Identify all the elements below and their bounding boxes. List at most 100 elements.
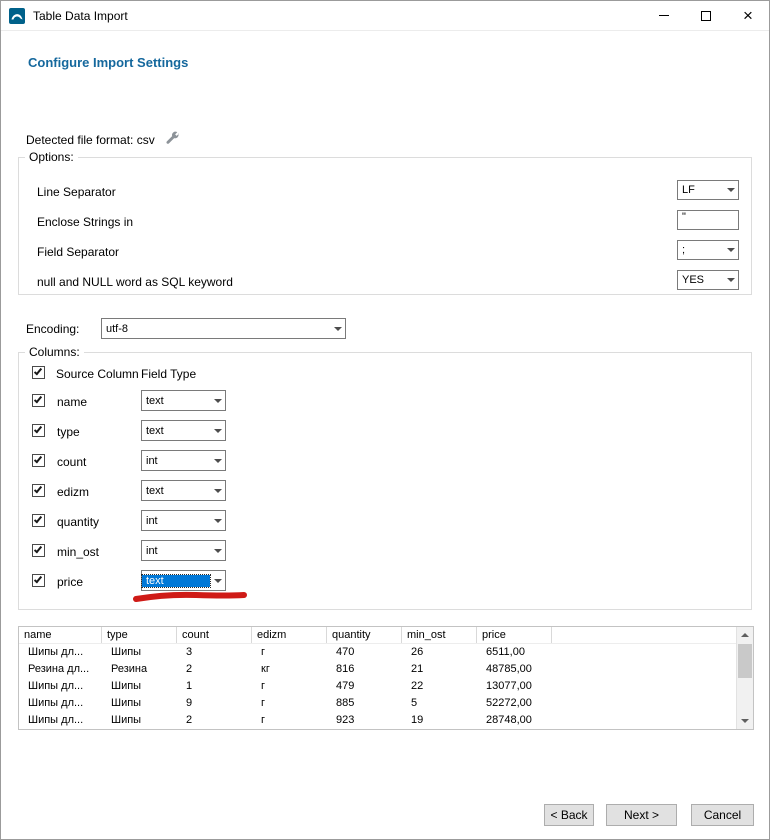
column-name: type	[57, 425, 80, 439]
preview-header[interactable]: edizm	[252, 627, 327, 643]
chevron-down-icon	[210, 391, 225, 410]
annotation-underline	[131, 589, 249, 605]
field-type-select-count[interactable]: int	[141, 450, 226, 471]
cell: 2	[177, 712, 252, 729]
chevron-down-icon	[210, 421, 225, 440]
cell: Шипы	[102, 678, 177, 695]
columns-legend: Columns:	[25, 345, 84, 359]
cell: 470	[327, 644, 402, 661]
column-name: count	[57, 455, 86, 469]
column-name: min_ost	[57, 545, 99, 559]
null-keyword-label: null and NULL word as SQL keyword	[37, 275, 233, 289]
maximize-button[interactable]	[685, 1, 727, 30]
chevron-down-icon	[723, 181, 738, 199]
options-groupbox: Options: Line Separator LF Enclose Strin…	[18, 157, 752, 295]
cell: 5	[402, 695, 477, 712]
cell: 816	[327, 661, 402, 678]
page-title: Configure Import Settings	[28, 55, 188, 70]
table-row[interactable]: Шипы дл... Шипы 1 г 479 22 13077,00	[19, 678, 753, 695]
field-type-select-edizm[interactable]: text	[141, 480, 226, 501]
preview-header[interactable]: min_ost	[402, 627, 477, 643]
null-keyword-select[interactable]: YES	[677, 270, 739, 290]
cell: 21	[402, 661, 477, 678]
field-type-select-type[interactable]: text	[141, 420, 226, 441]
cell: 48785,00	[477, 661, 552, 678]
cell: 3	[177, 644, 252, 661]
table-data-import-window: Table Data Import × Configure Import Set…	[0, 0, 770, 840]
table-row[interactable]: Резина дл... Резина 2 кг 816 21 48785,00	[19, 661, 753, 678]
field-separator-label: Field Separator	[37, 245, 119, 259]
scrollbar[interactable]	[736, 627, 753, 729]
preview-table: name type count edizm quantity min_ost p…	[18, 626, 754, 730]
check-icon	[34, 485, 42, 494]
chevron-down-icon	[210, 571, 225, 590]
next-button[interactable]: Next >	[606, 804, 677, 826]
preview-header[interactable]: quantity	[327, 627, 402, 643]
cell: г	[252, 695, 327, 712]
check-icon	[34, 575, 42, 584]
check-icon	[34, 425, 42, 434]
cell: г	[252, 712, 327, 729]
wrench-icon	[165, 131, 180, 149]
field-type-header: Field Type	[141, 367, 196, 381]
line-separator-label: Line Separator	[37, 185, 116, 199]
column-checkbox-name[interactable]	[32, 394, 45, 407]
maximize-icon	[701, 11, 711, 21]
preview-header[interactable]: type	[102, 627, 177, 643]
encoding-select[interactable]: utf-8	[101, 318, 346, 339]
enclose-strings-input[interactable]: "	[677, 210, 739, 230]
field-type-select-quantity[interactable]: int	[141, 510, 226, 531]
preview-header[interactable]: price	[477, 627, 552, 643]
cell: Резина дл...	[19, 661, 102, 678]
source-column-header: Source Column	[56, 367, 139, 381]
column-name: edizm	[57, 485, 89, 499]
column-checkbox-min-ost[interactable]	[32, 544, 45, 557]
scrollbar-thumb[interactable]	[738, 644, 752, 678]
select-all-checkbox[interactable]	[32, 366, 45, 379]
cancel-button[interactable]: Cancel	[691, 804, 754, 826]
scroll-up-icon[interactable]	[737, 627, 753, 643]
field-separator-select[interactable]: ;	[677, 240, 739, 260]
cell: Шипы дл...	[19, 712, 102, 729]
chevron-down-icon	[210, 481, 225, 500]
table-row[interactable]: Шипы дл... Шипы 3 г 470 26 6511,00	[19, 644, 753, 661]
table-row[interactable]: Шипы дл... Шипы 2 г 923 19 28748,00	[19, 712, 753, 729]
cell: Резина	[102, 661, 177, 678]
check-icon	[34, 455, 42, 464]
titlebar: Table Data Import ×	[1, 1, 769, 31]
column-checkbox-quantity[interactable]	[32, 514, 45, 527]
check-icon	[34, 545, 42, 554]
preview-header[interactable]: name	[19, 627, 102, 643]
column-checkbox-price[interactable]	[32, 574, 45, 587]
window-title: Table Data Import	[33, 9, 643, 23]
column-checkbox-edizm[interactable]	[32, 484, 45, 497]
table-row[interactable]: Шипы дл... Шипы 9 г 885 5 52272,00	[19, 695, 753, 712]
preview-header[interactable]: count	[177, 627, 252, 643]
cell: 1	[177, 678, 252, 695]
cell: Шипы дл...	[19, 644, 102, 661]
cell: 26	[402, 644, 477, 661]
scroll-down-icon[interactable]	[737, 713, 753, 729]
encoding-label: Encoding:	[26, 322, 79, 336]
field-type-select-min-ost[interactable]: int	[141, 540, 226, 561]
preview-header-filler	[552, 627, 753, 643]
options-legend: Options:	[25, 150, 78, 164]
back-button[interactable]: < Back	[544, 804, 594, 826]
cell: 885	[327, 695, 402, 712]
close-button[interactable]: ×	[727, 1, 769, 30]
cell: Шипы	[102, 644, 177, 661]
cell: Шипы	[102, 695, 177, 712]
field-type-select-name[interactable]: text	[141, 390, 226, 411]
cell: Шипы дл...	[19, 695, 102, 712]
line-separator-select[interactable]: LF	[677, 180, 739, 200]
minimize-button[interactable]	[643, 1, 685, 30]
cell: 2	[177, 661, 252, 678]
preview-header-row: name type count edizm quantity min_ost p…	[19, 627, 753, 644]
column-name: quantity	[57, 515, 99, 529]
check-icon	[34, 367, 42, 376]
column-checkbox-count[interactable]	[32, 454, 45, 467]
column-checkbox-type[interactable]	[32, 424, 45, 437]
field-type-select-price[interactable]: text	[141, 570, 226, 591]
detected-format: Detected file format: csv	[26, 131, 180, 149]
cell: 6511,00	[477, 644, 552, 661]
